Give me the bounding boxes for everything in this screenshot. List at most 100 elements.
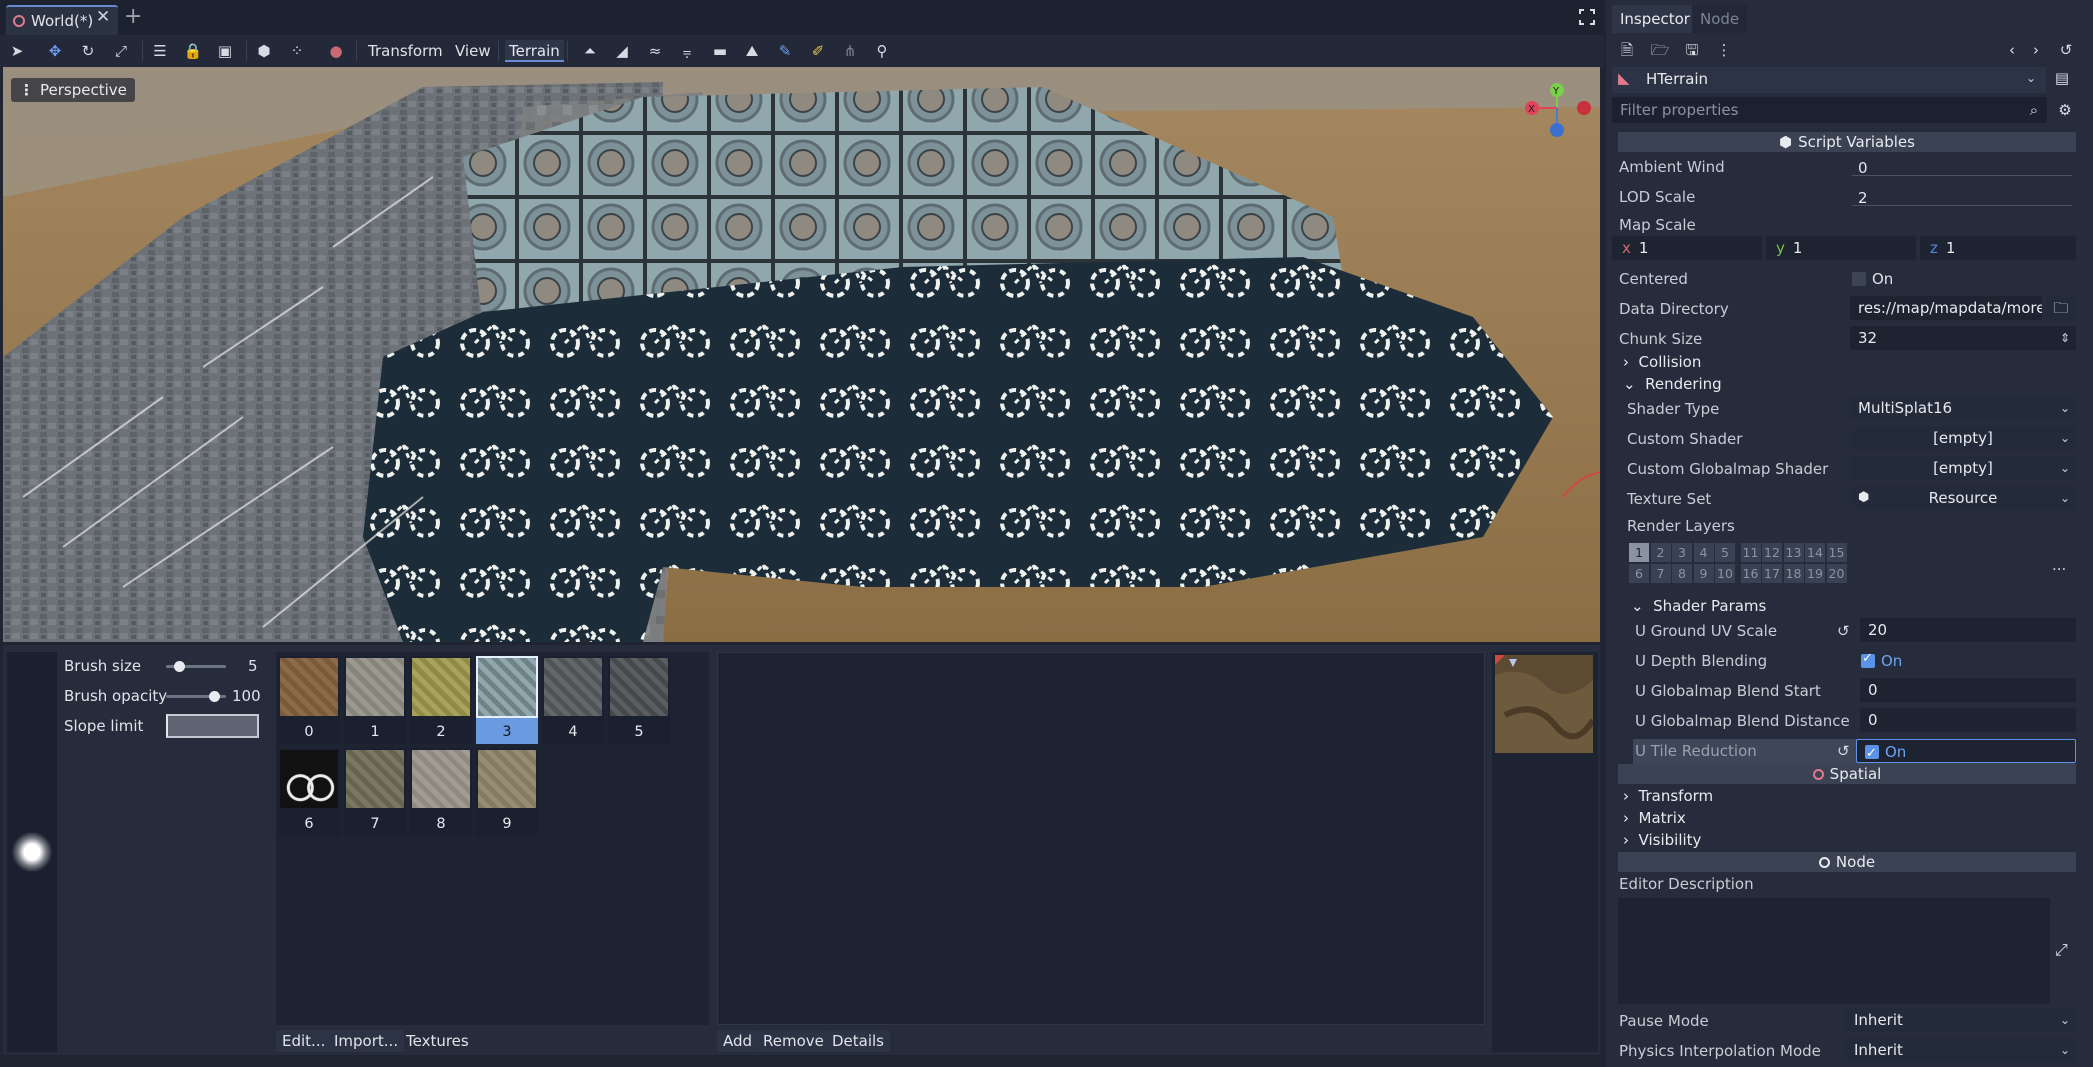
minimap-thumbnail[interactable] xyxy=(1495,655,1593,753)
node-header[interactable]: Node xyxy=(1618,852,2076,872)
filter-properties-input[interactable]: Filter properties xyxy=(1612,97,2047,123)
texture-slot[interactable]: 9 xyxy=(476,748,538,836)
ambient-wind-slider[interactable] xyxy=(1852,175,2072,176)
raise-terrain-icon[interactable]: ⏶ xyxy=(580,41,600,61)
render-layer-toggle[interactable]: 4 xyxy=(1693,543,1714,562)
render-layer-toggle[interactable]: 3 xyxy=(1672,543,1692,562)
render-layer-toggle[interactable]: 2 xyxy=(1650,543,1671,562)
snap-icon[interactable]: ⁘ xyxy=(287,41,307,61)
brush-size-grabber[interactable] xyxy=(174,661,185,672)
lock-icon[interactable]: 🔒 xyxy=(183,41,203,61)
render-layer-toggle[interactable]: 12 xyxy=(1762,543,1782,562)
object-history-icon[interactable]: ↺ xyxy=(2056,40,2076,60)
render-layer-toggle[interactable]: 9 xyxy=(1693,564,1714,583)
scale-tool-icon[interactable]: ⤢ xyxy=(111,41,131,61)
layers-more-button[interactable]: ... xyxy=(2052,556,2066,574)
visibility-category[interactable]: › Visibility xyxy=(1623,831,1701,849)
texture-slot[interactable]: 1 xyxy=(344,656,406,744)
ambient-wind-field[interactable]: 0 xyxy=(1850,156,2076,180)
physics-interpolation-select[interactable]: Inherit ⌄ xyxy=(1846,1038,2076,1062)
map-scale-y-field[interactable]: y1 xyxy=(1766,236,1916,260)
select-tool-icon[interactable]: ➤ xyxy=(7,41,27,61)
pause-mode-select[interactable]: Inherit ⌄ xyxy=(1846,1008,2076,1032)
flatten-terrain-icon[interactable]: ▬ xyxy=(710,41,730,61)
group-icon[interactable]: ▣ xyxy=(215,41,235,61)
texture-slot[interactable]: 4 xyxy=(542,656,604,744)
centered-checkbox[interactable]: On xyxy=(1852,270,1893,288)
texture-slot[interactable]: 5 xyxy=(608,656,670,744)
more-options-icon[interactable]: ⋮ xyxy=(1714,40,1734,60)
terrain-menu[interactable]: Terrain xyxy=(505,40,564,62)
3d-viewport[interactable] xyxy=(3,67,1600,642)
paint-color-icon[interactable]: ✐ xyxy=(808,41,828,61)
render-layer-toggle[interactable]: 20 xyxy=(1826,564,1847,583)
folder-icon[interactable]: 🗀 xyxy=(2046,296,2076,320)
custom-globalmap-shader-picker[interactable]: [empty] ⌄ xyxy=(1850,456,2076,480)
shader-params-category[interactable]: ⌄ Shader Params xyxy=(1631,597,1766,615)
render-layer-toggle[interactable]: 5 xyxy=(1715,543,1735,562)
render-layer-toggle[interactable]: 1 xyxy=(1629,543,1649,562)
lod-scale-field[interactable]: 2 xyxy=(1850,186,2076,210)
add-detail-button[interactable]: Add xyxy=(717,1030,759,1052)
tab-node[interactable]: Node xyxy=(1692,5,1748,33)
save-resource-icon[interactable]: 🖫 xyxy=(1682,40,1702,60)
globalmap-blend-start-field[interactable]: 0 xyxy=(1860,678,2076,702)
texture-slot[interactable]: 0 xyxy=(278,656,340,744)
transform-category[interactable]: › Transform xyxy=(1623,787,1713,805)
details-button[interactable]: Details xyxy=(826,1030,891,1052)
texture-slot[interactable]: 7 xyxy=(344,748,406,836)
render-layer-toggle[interactable]: 7 xyxy=(1650,564,1671,583)
lower-terrain-icon[interactable]: ◢ xyxy=(612,41,632,61)
paint-grass-icon[interactable]: ⋔ xyxy=(840,41,860,61)
perspective-menu-button[interactable]: ⋮ Perspective xyxy=(11,78,135,102)
tab-inspector[interactable]: Inspector xyxy=(1612,5,1698,33)
render-layer-toggle[interactable]: 14 xyxy=(1805,543,1825,562)
render-layer-toggle[interactable]: 19 xyxy=(1805,564,1825,583)
rotate-tool-icon[interactable]: ↻ xyxy=(78,41,98,61)
render-layer-toggle[interactable]: 11 xyxy=(1740,543,1761,562)
doc-icon[interactable]: ▤ xyxy=(2052,68,2072,88)
local-space-icon[interactable]: ⬢ xyxy=(254,41,274,61)
revert-icon[interactable]: ↺ xyxy=(1837,742,1850,760)
node-selector[interactable]: ◣ HTerrain ⌄ xyxy=(1612,67,2046,93)
tile-reduction-checkbox[interactable]: On xyxy=(1856,739,2076,766)
add-tab-icon[interactable]: + xyxy=(124,4,142,29)
render-layer-toggle[interactable]: 16 xyxy=(1740,564,1761,583)
distraction-free-icon[interactable] xyxy=(1578,8,1596,26)
depth-blending-checkbox[interactable]: On xyxy=(1861,651,1902,670)
render-layer-toggle[interactable]: 18 xyxy=(1783,564,1804,583)
new-resource-icon[interactable]: 🗎 xyxy=(1617,40,1637,60)
detail-layer-list[interactable] xyxy=(717,652,1485,1025)
texture-slot[interactable]: 3 xyxy=(476,656,538,744)
revert-icon[interactable]: ↺ xyxy=(1837,622,1850,640)
texture-slot[interactable]: 2 xyxy=(410,656,472,744)
script-variables-header[interactable]: ⬢ Script Variables xyxy=(1618,132,2076,152)
edit-textures-button[interactable]: Edit... xyxy=(276,1030,332,1052)
texture-slot[interactable]: 8 xyxy=(410,748,472,836)
history-forward-icon[interactable]: › xyxy=(2026,40,2046,60)
brush-opacity-grabber[interactable] xyxy=(209,691,220,702)
data-directory-field[interactable]: res://map/mapdata/morew xyxy=(1850,296,2042,320)
history-back-icon[interactable]: ‹ xyxy=(2002,40,2022,60)
camera-override-icon[interactable]: ● xyxy=(326,41,346,61)
import-textures-button[interactable]: Import... xyxy=(328,1030,405,1052)
move-tool-icon[interactable]: ✥ xyxy=(45,41,65,61)
ground-uv-scale-field[interactable]: 20 xyxy=(1860,618,2076,642)
collision-category[interactable]: › Collision xyxy=(1623,353,1701,371)
property-settings-icon[interactable]: ⚙ xyxy=(2055,100,2075,120)
expand-icon[interactable]: ⤢ xyxy=(2055,940,2068,960)
editor-description-textarea[interactable] xyxy=(1618,898,2050,1004)
chunk-size-select[interactable]: 32 ⇕ xyxy=(1850,326,2076,350)
paint-texture-icon[interactable]: ✎ xyxy=(775,41,795,61)
paint-holes-icon[interactable]: ⚲ xyxy=(872,41,892,61)
rendering-category[interactable]: ⌄ Rendering xyxy=(1623,375,1722,393)
smooth-terrain-icon[interactable]: ≈ xyxy=(645,41,665,61)
map-scale-x-field[interactable]: x1 xyxy=(1612,236,1762,260)
shader-type-select[interactable]: MultiSplat16 ⌄ xyxy=(1850,396,2076,420)
open-resource-icon[interactable]: 🗁 xyxy=(1650,40,1670,60)
matrix-category[interactable]: › Matrix xyxy=(1623,809,1686,827)
render-layer-toggle[interactable]: 13 xyxy=(1783,543,1804,562)
view-menu[interactable]: View xyxy=(455,40,491,62)
erode-terrain-icon[interactable]: ⛰ xyxy=(742,41,762,61)
transform-menu[interactable]: Transform xyxy=(368,40,443,62)
